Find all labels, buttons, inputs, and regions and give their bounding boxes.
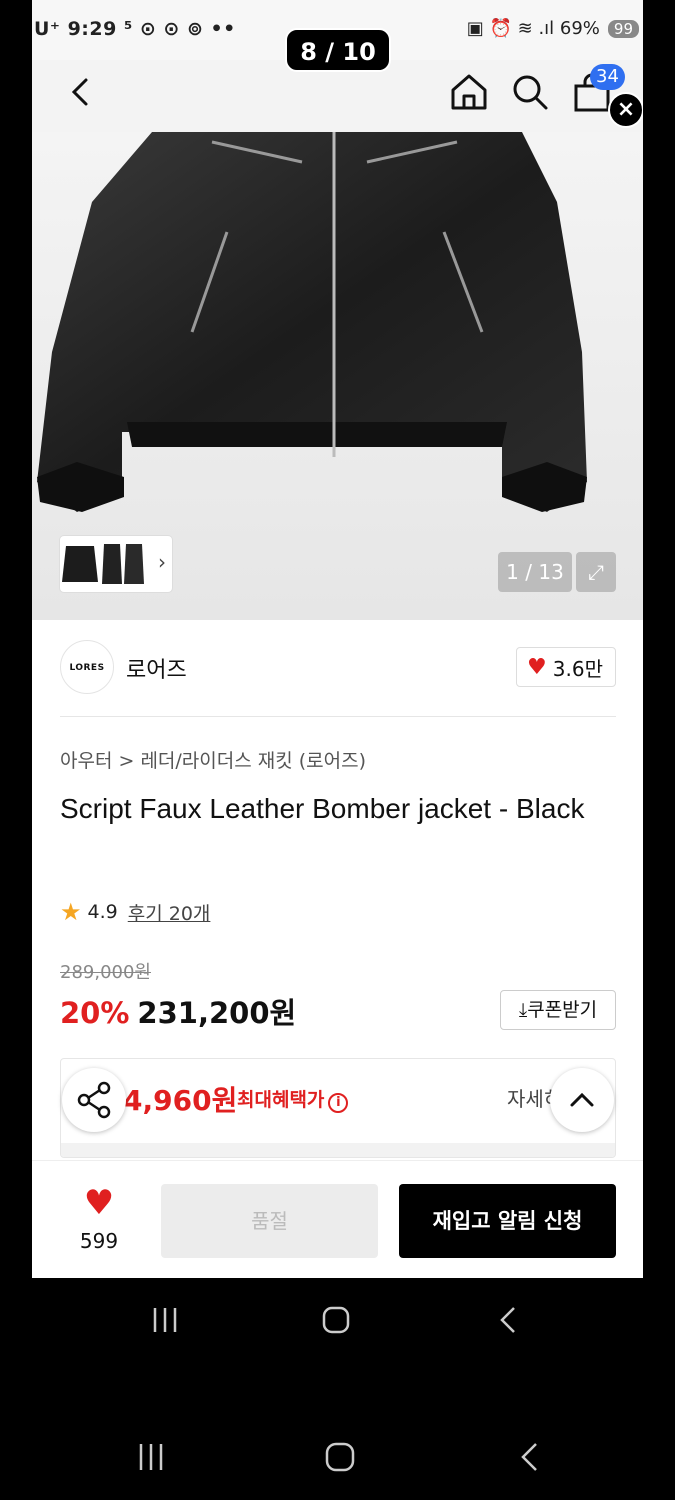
benefit-label-group: 최대혜택가 i bbox=[237, 1085, 349, 1113]
coupon-button[interactable]: ⤓쿠폰받기 bbox=[500, 990, 616, 1030]
image-counter: 1 / 13 bbox=[498, 552, 572, 592]
home-icon[interactable] bbox=[447, 70, 491, 114]
thumbnail-strip[interactable]: › bbox=[60, 536, 172, 592]
back-arrow-icon[interactable] bbox=[62, 72, 102, 112]
share-icon bbox=[77, 1081, 111, 1119]
status-left: U⁺ 9:29 ⁵ ⊙ ⊙ ⊚ •• bbox=[34, 18, 236, 40]
benefit-amount: 4,960원 bbox=[123, 1084, 238, 1117]
wishlist-count: 599 bbox=[79, 1229, 119, 1253]
cart-count-badge: 34 bbox=[590, 64, 625, 90]
expand-icon[interactable]: ⤢ bbox=[576, 552, 616, 592]
product-title: Script Faux Leather Bomber jacket - Blac… bbox=[60, 793, 585, 824]
search-icon[interactable] bbox=[508, 70, 552, 114]
app-screen: U⁺ 9:29 ⁵ ⊙ ⊙ ⊚ •• ▣ ⏰ ≋ .ıl 69% 99 34 8… bbox=[32, 0, 643, 1278]
divider bbox=[60, 716, 616, 717]
back-nav-icon[interactable] bbox=[516, 1440, 542, 1474]
info-icon[interactable]: i bbox=[328, 1093, 349, 1113]
close-icon[interactable]: × bbox=[608, 92, 643, 128]
chevron-up-icon bbox=[570, 1092, 594, 1107]
brand-logo[interactable]: LORES bbox=[60, 640, 114, 694]
system-nav-bar-2 bbox=[0, 1416, 675, 1496]
image-pager: 8 / 10 bbox=[285, 28, 391, 72]
heart-icon: ♥ bbox=[83, 1183, 115, 1223]
home-nav-icon[interactable] bbox=[323, 1440, 357, 1474]
benefit-inner: 4,960원 최대혜택가 i 자세히 bbox=[61, 1059, 615, 1143]
rating-row: ★ 4.9 후기 20개 bbox=[60, 898, 210, 926]
product-image[interactable]: › 1 / 13 ⤢ bbox=[32, 132, 643, 620]
scroll-top-button[interactable] bbox=[550, 1068, 614, 1132]
battery-icon: 99 bbox=[607, 19, 639, 38]
max-benefit-box[interactable]: 4,960원 최대혜택가 i 자세히 bbox=[60, 1058, 616, 1158]
discount-rate: 20% bbox=[60, 996, 130, 1030]
breadcrumb[interactable]: 아우터 > 레더/라이더스 재킷 (로어즈) bbox=[60, 746, 366, 773]
soldout-button: 품절 bbox=[161, 1184, 378, 1258]
reviews-link[interactable]: 후기 20개 bbox=[128, 899, 211, 926]
restock-alert-button[interactable]: 재입고 알림 신청 bbox=[399, 1184, 616, 1258]
heart-icon: ♥ bbox=[527, 654, 547, 680]
sale-price-row: 20% 231,200원 bbox=[60, 990, 296, 1032]
benefit-bottom-strip bbox=[61, 1143, 615, 1157]
share-button[interactable] bbox=[62, 1068, 126, 1132]
system-nav-bar bbox=[0, 1280, 675, 1360]
chevron-right-icon: › bbox=[158, 550, 166, 574]
status-right: ▣ ⏰ ≋ .ıl 69% 99 bbox=[467, 18, 639, 39]
wishlist-button[interactable]: ♥ 599 bbox=[68, 1185, 130, 1253]
home-nav-icon[interactable] bbox=[320, 1304, 352, 1336]
recent-apps-icon[interactable] bbox=[150, 1304, 180, 1336]
benefit-label: 최대혜택가 bbox=[237, 1089, 325, 1111]
thumbnail-images bbox=[62, 544, 144, 584]
brand-like-button[interactable]: ♥ 3.6만 bbox=[516, 647, 616, 687]
rating-score: 4.9 bbox=[87, 901, 118, 923]
brand-name[interactable]: 로어즈 bbox=[126, 652, 187, 684]
brand-like-count: 3.6만 bbox=[552, 656, 603, 681]
status-indicators: ▣ ⏰ ≋ .ıl 69% bbox=[466, 18, 600, 39]
original-price: 289,000원 bbox=[60, 962, 151, 983]
brand-row[interactable]: LORES 로어즈 ♥ 3.6만 bbox=[60, 640, 616, 696]
sale-price: 231,200원 bbox=[137, 996, 297, 1030]
back-nav-icon[interactable] bbox=[496, 1304, 520, 1336]
star-icon: ★ bbox=[60, 898, 82, 926]
recent-apps-icon[interactable] bbox=[136, 1440, 166, 1474]
bottom-action-bar: ♥ 599 품절 재입고 알림 신청 bbox=[32, 1160, 643, 1278]
